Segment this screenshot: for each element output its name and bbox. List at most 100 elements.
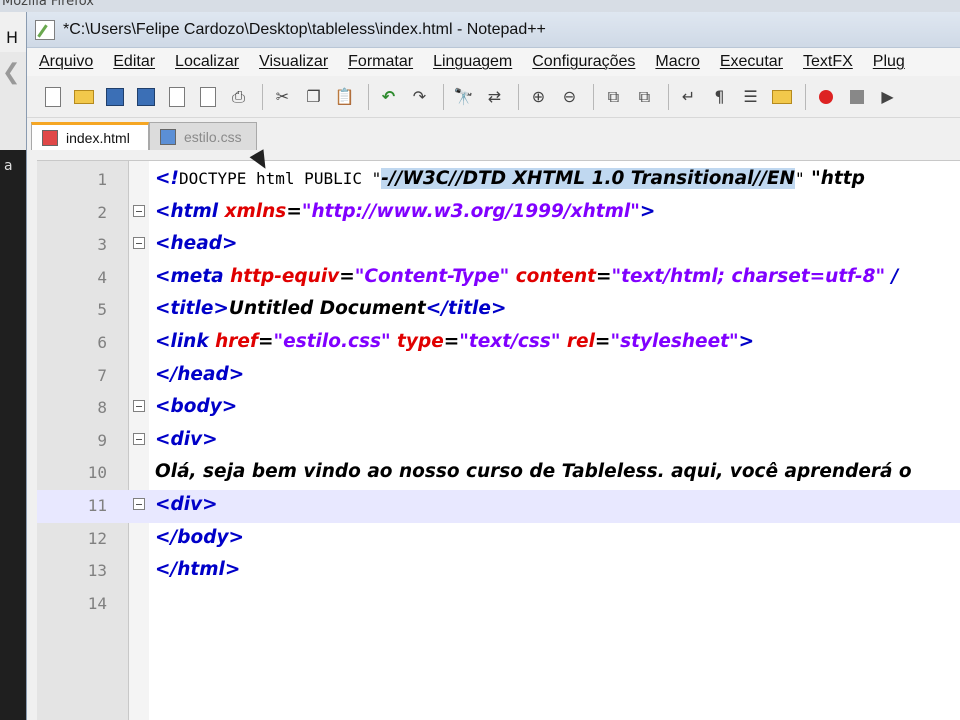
code-text: <!DOCTYPE html PUBLIC "-//W3C//DTD XHTML…: [155, 168, 865, 189]
menu-plugins[interactable]: Plug: [873, 53, 905, 71]
stop-macro-icon[interactable]: [843, 83, 870, 110]
fold-toggle-icon[interactable]: [133, 400, 145, 413]
toolbar-separator: [668, 83, 669, 110]
sync-horizontal-icon[interactable]: ⧉: [631, 83, 658, 110]
undo-icon[interactable]: ↶: [375, 83, 402, 110]
menu-formatar[interactable]: Formatar: [348, 53, 413, 71]
zoom-in-icon[interactable]: ⊕: [525, 83, 552, 110]
copy-icon[interactable]: ❐: [300, 83, 327, 110]
title-open-tag: <title>: [155, 298, 229, 320]
redo-icon[interactable]: ↷: [406, 83, 433, 110]
toolbar-separator: [593, 83, 594, 110]
toolbar-separator: [805, 83, 806, 110]
firefox-menu-letter: H: [6, 28, 19, 47]
code-line-14[interactable]: 14: [37, 588, 960, 621]
fold-toggle-icon[interactable]: [133, 237, 145, 250]
code-line-4[interactable]: 4 <meta http-equiv="Content-Type" conten…: [37, 262, 960, 295]
code-text: <div>: [155, 428, 218, 450]
menu-linguagem[interactable]: Linguagem: [433, 53, 512, 71]
line-number: 12: [87, 528, 107, 548]
toolbar: ⎙ ✂ ❐ 📋 ↶ ↷ 🔭 ⇄ ⊕ ⊖ ⧉ ⧉ ↵ ¶ ☰ ▶: [27, 76, 960, 118]
save-icon[interactable]: [101, 83, 128, 110]
line-number: 3: [97, 235, 107, 255]
attr-name: http-equiv: [230, 265, 340, 287]
line-number: 14: [87, 593, 107, 613]
menu-textfx[interactable]: TextFX: [803, 53, 853, 71]
zoom-out-icon[interactable]: ⊖: [556, 83, 583, 110]
back-arrow-icon: ❮: [2, 60, 21, 85]
code-text: </body>: [155, 526, 245, 548]
equals: =: [594, 330, 611, 352]
link-tag: <link: [155, 330, 216, 352]
paste-icon[interactable]: 📋: [331, 83, 358, 110]
tag-bracket: /: [885, 265, 899, 287]
close-icon[interactable]: [163, 83, 190, 110]
code-line-1[interactable]: 1 <!DOCTYPE html PUBLIC "-//W3C//DTD XHT…: [37, 164, 960, 197]
doctype-bang: !: [170, 168, 179, 189]
menu-localizar[interactable]: Localizar: [175, 53, 239, 71]
indent-guide-icon[interactable]: ☰: [737, 83, 764, 110]
code-line-5[interactable]: 5 <title>Untitled Document</title>: [37, 294, 960, 327]
code-text: <body>: [155, 396, 238, 418]
dtd-url-partial: "http: [804, 168, 865, 189]
code-line-13[interactable]: 13 </html>: [37, 555, 960, 588]
print-icon[interactable]: ⎙: [225, 83, 252, 110]
code-line-6[interactable]: 6 <link href="estilo.css" type="text/css…: [37, 327, 960, 360]
play-macro-icon[interactable]: ▶: [874, 83, 901, 110]
equals: =: [286, 200, 302, 222]
menu-executar[interactable]: Executar: [720, 53, 783, 71]
tab-index-html[interactable]: index.html: [31, 122, 149, 150]
menu-arquivo[interactable]: Arquivo: [39, 53, 93, 71]
code-line-12[interactable]: 12 </body>: [37, 523, 960, 556]
code-editor[interactable]: 1 <!DOCTYPE html PUBLIC "-//W3C//DTD XHT…: [37, 160, 960, 720]
line-number: 8: [97, 398, 107, 418]
attr-name: xmlns: [224, 200, 287, 222]
title-text: Untitled Document: [228, 298, 426, 320]
line-number: 2: [97, 202, 107, 222]
close-all-icon[interactable]: [194, 83, 221, 110]
code-line-9[interactable]: 9 <div>: [37, 425, 960, 458]
menu-visualizar[interactable]: Visualizar: [259, 53, 328, 71]
code-line-11[interactable]: 11 <div>: [37, 489, 960, 523]
word-wrap-icon[interactable]: ↵: [675, 83, 702, 110]
save-all-icon[interactable]: [132, 83, 159, 110]
folder-as-workspace-icon[interactable]: [768, 83, 795, 110]
replace-icon[interactable]: ⇄: [481, 83, 508, 110]
fold-toggle-icon[interactable]: [133, 497, 145, 510]
sync-vertical-icon[interactable]: ⧉: [600, 83, 627, 110]
line-number: 4: [97, 267, 107, 287]
window-title: *C:\Users\Felipe Cardozo\Desktop\tablele…: [63, 20, 546, 38]
equals: =: [443, 330, 460, 352]
menu-editar[interactable]: Editar: [113, 53, 155, 71]
code-line-3[interactable]: 3 <head>: [37, 229, 960, 262]
attr-value: "text/html; charset=utf-8": [611, 265, 886, 287]
record-macro-icon[interactable]: [812, 83, 839, 110]
saved-file-icon: [160, 128, 176, 145]
attr-value: "stylesheet": [610, 330, 739, 352]
fold-toggle-icon[interactable]: [133, 204, 145, 217]
code-line-8[interactable]: 8 <body>: [37, 392, 960, 425]
toolbar-separator: [518, 83, 519, 110]
show-all-chars-icon[interactable]: ¶: [706, 83, 733, 110]
code-line-10[interactable]: 10 Olá, seja bem vindo ao nosso curso de…: [37, 457, 960, 490]
notepadpp-icon: [35, 19, 55, 40]
code-line-2[interactable]: 2 <html xmlns="http://www.w3.org/1999/xh…: [37, 197, 960, 230]
code-text: Olá, seja bem vindo ao nosso curso de Ta…: [155, 461, 912, 483]
code-text: <head>: [155, 233, 238, 255]
menu-macro[interactable]: Macro: [655, 53, 699, 71]
tab-estilo-css[interactable]: estilo.css: [149, 122, 257, 150]
firefox-title: Mozilla Firefox: [2, 0, 94, 9]
tab-bar: index.html estilo.css: [27, 118, 960, 150]
line-number: 9: [97, 430, 107, 450]
find-icon[interactable]: 🔭: [450, 83, 477, 110]
open-folder-icon[interactable]: [70, 83, 97, 110]
new-file-icon[interactable]: [39, 83, 66, 110]
fold-toggle-icon[interactable]: [133, 432, 145, 445]
attr-value: "text/css": [459, 330, 561, 352]
menu-configuracoes[interactable]: Configurações: [532, 53, 635, 71]
unsaved-file-icon: [42, 129, 58, 146]
cut-icon[interactable]: ✂: [269, 83, 296, 110]
code-line-7[interactable]: 7 </head>: [37, 360, 960, 393]
titlebar: *C:\Users\Felipe Cardozo\Desktop\tablele…: [27, 12, 960, 48]
toolbar-separator: [262, 83, 263, 110]
